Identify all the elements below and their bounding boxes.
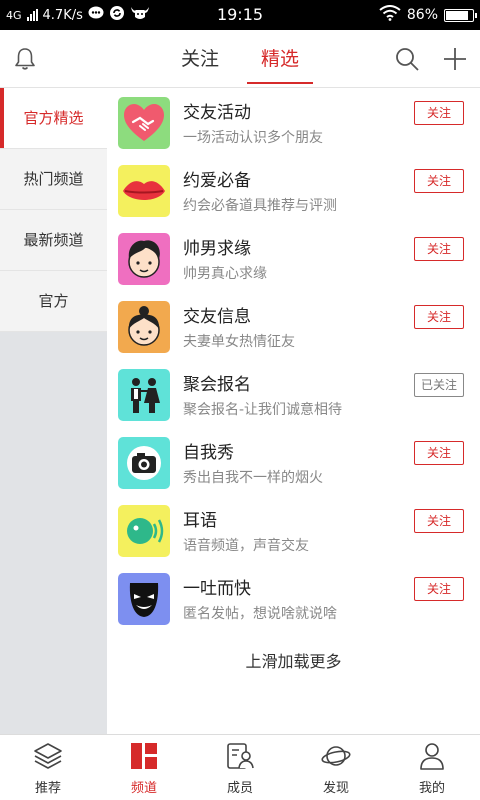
nav-label: 我的 — [418, 781, 445, 796]
follow-button[interactable]: 关注 — [414, 237, 464, 261]
channel-item[interactable]: 帅男求缘 帅男真心求缘 关注 — [107, 224, 480, 292]
nav-recommend[interactable]: 推荐 — [0, 735, 96, 800]
channel-item[interactable]: 耳语 语音频道，声音交友 关注 — [107, 496, 480, 564]
channel-item[interactable]: 交友信息 夫妻单女热情征友 关注 — [107, 292, 480, 360]
load-more-hint: 上滑加载更多 — [245, 652, 342, 671]
channel-name: 一吐而快 — [183, 579, 251, 599]
followed-button[interactable]: 已关注 — [414, 373, 464, 397]
status-right: 86% — [379, 0, 477, 30]
channel-desc: 一场活动认识多个朋友 — [183, 130, 323, 146]
sidebar-item-new-channels[interactable]: 最新频道 — [0, 210, 107, 271]
status-bar: 4G 4.7K/s 19:15 86% — [0, 0, 480, 30]
channel-item[interactable]: 约爱必备 约会必备道具推荐与评测 关注 — [107, 156, 480, 224]
bell-icon[interactable] — [12, 46, 38, 72]
layers-icon — [33, 741, 63, 771]
channel-desc: 聚会报名-让我们诚意相待 — [183, 402, 343, 418]
profile-icon — [417, 741, 447, 771]
sidebar-item-official[interactable]: 官方 — [0, 271, 107, 332]
channel-name: 聚会报名 — [183, 375, 251, 395]
channel-item[interactable]: 交友活动 一场活动认识多个朋友 关注 — [107, 88, 480, 156]
lips-icon — [118, 165, 170, 217]
battery-level — [446, 10, 468, 20]
battery-percent: 86% — [406, 7, 438, 23]
follow-button[interactable]: 关注 — [414, 577, 464, 601]
camera-icon — [118, 437, 170, 489]
bottom-nav: 推荐 频道 成员 发现 我的 — [0, 734, 480, 800]
sidebar-item-official-featured[interactable]: 官方精选 — [0, 88, 107, 149]
mask-icon — [118, 573, 170, 625]
channel-name: 自我秀 — [183, 443, 234, 463]
voice-icon — [118, 505, 170, 557]
battery-icon — [444, 8, 477, 22]
boy-face-icon — [118, 233, 170, 285]
nav-mine[interactable]: 我的 — [384, 735, 480, 800]
sidebar-item-hot-channels[interactable]: 热门频道 — [0, 149, 107, 210]
channel-desc: 夫妻单女热情征友 — [183, 334, 295, 350]
channel-list: 交友活动 一场活动认识多个朋友 关注 约爱必备 约会必备道具推荐与评测 关注 帅… — [107, 88, 480, 734]
channel-item[interactable]: 自我秀 秀出自我不一样的烟火 关注 — [107, 428, 480, 496]
tab-follow[interactable]: 关注 — [173, 30, 227, 88]
wifi-icon — [379, 5, 401, 25]
follow-button[interactable]: 关注 — [414, 101, 464, 125]
tab-featured[interactable]: 精选 — [246, 30, 314, 88]
channel-name: 交友信息 — [183, 307, 251, 327]
girl-face-icon — [118, 301, 170, 353]
heart-handshake-icon — [118, 97, 170, 149]
nav-label: 推荐 — [34, 781, 61, 796]
add-icon[interactable] — [442, 46, 468, 72]
follow-button[interactable]: 关注 — [414, 305, 464, 329]
search-icon[interactable] — [394, 46, 420, 72]
channel-desc: 语音频道，声音交友 — [183, 538, 309, 554]
channel-item[interactable]: 一吐而快 匿名发帖，想说啥就说啥 关注 — [107, 564, 480, 632]
channel-desc: 匿名发帖，想说啥就说啥 — [183, 606, 337, 622]
channel-name: 约爱必备 — [183, 171, 251, 191]
channel-desc: 约会必备道具推荐与评测 — [183, 198, 337, 214]
nav-label: 成员 — [226, 781, 253, 796]
channel-name: 交友活动 — [183, 103, 251, 123]
follow-button[interactable]: 关注 — [414, 441, 464, 465]
members-icon — [225, 741, 255, 771]
top-bar: 关注 精选 — [0, 30, 480, 88]
nav-channels[interactable]: 频道 — [96, 735, 192, 800]
channel-name: 帅男求缘 — [183, 239, 251, 259]
channel-grid-icon — [129, 741, 159, 771]
follow-button[interactable]: 关注 — [414, 169, 464, 193]
planet-icon — [321, 741, 351, 771]
follow-button[interactable]: 关注 — [414, 509, 464, 533]
channel-category-sidebar: 官方精选 热门频道 最新频道 官方 — [0, 88, 107, 734]
nav-label: 频道 — [130, 781, 157, 796]
channel-item[interactable]: 聚会报名 聚会报名-让我们诚意相待 已关注 — [107, 360, 480, 428]
channel-name: 耳语 — [183, 511, 217, 531]
nav-label: 发现 — [322, 781, 349, 796]
channel-desc: 秀出自我不一样的烟火 — [183, 470, 323, 486]
nav-discover[interactable]: 发现 — [288, 735, 384, 800]
nav-members[interactable]: 成员 — [192, 735, 288, 800]
channel-desc: 帅男真心求缘 — [183, 266, 267, 282]
couple-icon — [118, 369, 170, 421]
